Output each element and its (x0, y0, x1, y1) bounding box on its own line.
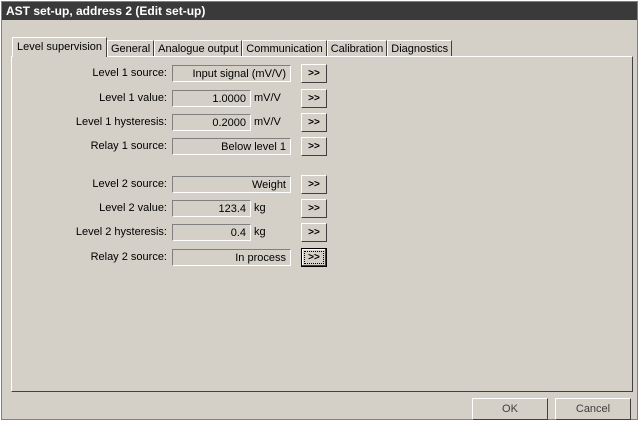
relay-1-source-label: Relay 1 source: (90, 140, 167, 152)
level-1-hysteresis-unit: mV/V (254, 116, 281, 128)
level-2-hysteresis-label: Level 2 hysteresis: (75, 226, 167, 238)
level-1-value-button[interactable]: >> (301, 89, 327, 108)
level-1-source-label: Level 1 source: (92, 67, 167, 79)
level-1-value-label: Level 1 value: (99, 92, 167, 104)
level-2-value-field: 123.4 (172, 200, 251, 217)
tab-level-supervision[interactable]: Level supervision (12, 37, 107, 57)
window-title: AST set-up, address 2 (Edit set-up) (2, 2, 637, 20)
relay-1-source-field: Below level 1 (172, 138, 291, 155)
level-2-source-button[interactable]: >> (301, 175, 327, 194)
relay-2-source-button[interactable]: >> (301, 248, 327, 267)
tab-strip: Level supervision General Analogue outpu… (12, 37, 453, 57)
level-2-source-label: Level 2 source: (92, 178, 167, 190)
level-2-hysteresis-button[interactable]: >> (301, 223, 327, 242)
relay-1-source-button[interactable]: >> (301, 137, 327, 156)
tab-general[interactable]: General (107, 40, 155, 57)
cancel-button[interactable]: Cancel (555, 398, 631, 420)
relay-2-source-label: Relay 2 source: (90, 251, 167, 263)
level-2-value-label: Level 2 value: (99, 202, 167, 214)
level-1-source-field: Input signal (mV/V) (172, 65, 291, 82)
level-2-value-button[interactable]: >> (301, 199, 327, 218)
tab-calibration[interactable]: Calibration (326, 40, 388, 57)
edit-setup-dialog: AST set-up, address 2 (Edit set-up) Leve… (1, 1, 638, 420)
level-1-value-field: 1.0000 (172, 90, 251, 107)
level-1-hysteresis-button[interactable]: >> (301, 113, 327, 132)
tab-analogue-output[interactable]: Analogue output (154, 40, 243, 57)
level-2-hysteresis-field: 0.4 (172, 224, 251, 241)
level-1-value-unit: mV/V (254, 92, 281, 104)
level-2-hysteresis-unit: kg (254, 226, 266, 238)
level-1-hysteresis-field: 0.2000 (172, 114, 251, 131)
tab-communication[interactable]: Communication (242, 40, 327, 57)
ok-button[interactable]: OK (472, 398, 548, 420)
tab-diagnostics[interactable]: Diagnostics (387, 40, 453, 57)
level-1-source-button[interactable]: >> (301, 64, 327, 83)
level-1-hysteresis-label: Level 1 hysteresis: (75, 116, 167, 128)
level-2-value-unit: kg (254, 202, 266, 214)
level-2-source-field: Weight (172, 176, 291, 193)
relay-2-source-field: In process (172, 249, 291, 266)
